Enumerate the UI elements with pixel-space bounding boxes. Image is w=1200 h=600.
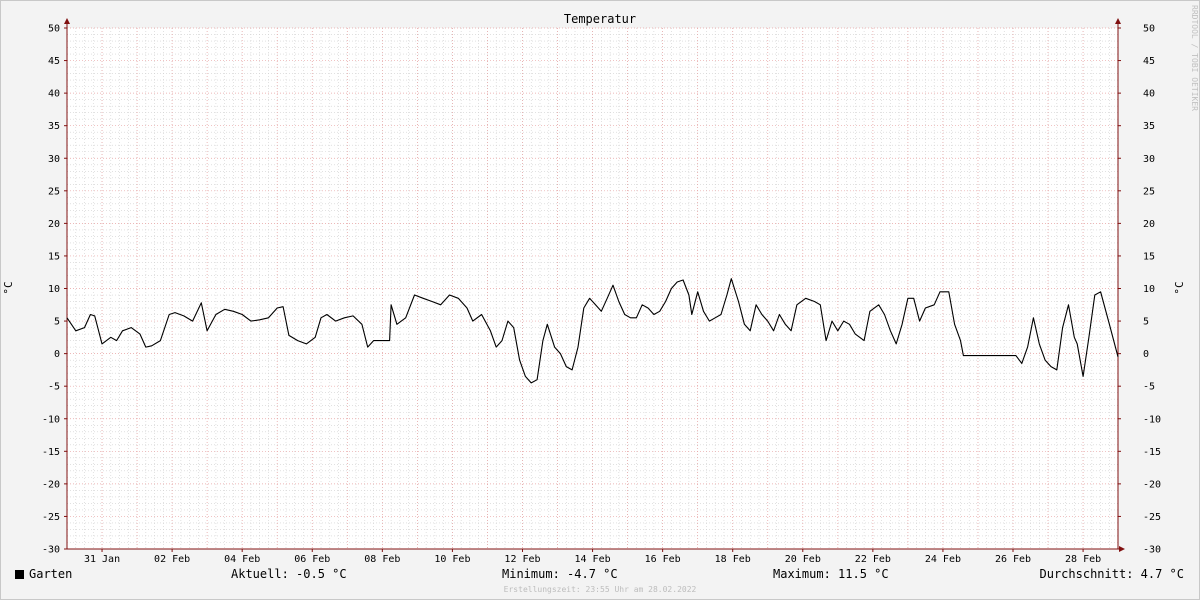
- x-tick-label: 31 Jan: [84, 554, 120, 565]
- y-tick-label-right: -20: [1143, 479, 1161, 490]
- y-tick-label-left: -25: [42, 512, 60, 523]
- x-tick-label: 28 Feb: [1065, 554, 1101, 565]
- y-tick-label-left: -10: [42, 414, 60, 425]
- x-tick-label: 26 Feb: [995, 554, 1031, 565]
- y-tick-label-right: 25: [1143, 186, 1155, 197]
- y-axis-right-ticks: 50454035302520151050-5-10-15-20-25-30: [1143, 24, 1161, 556]
- legend-series-label: Garten: [29, 567, 73, 581]
- watermark: RRDTOOL / TOBI OETIKER: [1190, 5, 1199, 111]
- y-tick-label-left: 25: [48, 186, 60, 197]
- y-tick-label-right: 15: [1143, 251, 1155, 262]
- y-tick-label-left: 45: [48, 56, 60, 67]
- x-tick-label: 18 Feb: [715, 554, 751, 565]
- x-tick-label: 16 Feb: [645, 554, 681, 565]
- temperature-chart: 50454035302520151050-5-10-15-20-25-30 50…: [2, 5, 1199, 565]
- y-axis-left-ticks: 50454035302520151050-5-10-15-20-25-30: [42, 24, 60, 556]
- y-tick-label-left: 30: [48, 154, 60, 165]
- y-tick-label-right: -15: [1143, 447, 1161, 458]
- x-tick-label: 06 Feb: [294, 554, 330, 565]
- x-tick-label: 08 Feb: [364, 554, 400, 565]
- y-tick-label-right: 30: [1143, 154, 1155, 165]
- y-tick-label-left: 5: [54, 317, 60, 328]
- y-tick-label-right: 5: [1143, 317, 1149, 328]
- legend-series: Garten: [15, 567, 72, 581]
- x-tick-label: 22 Feb: [855, 554, 891, 565]
- x-tick-label: 12 Feb: [504, 554, 540, 565]
- y-tick-label-right: -10: [1143, 414, 1161, 425]
- y-tick-label-left: 20: [48, 219, 60, 230]
- y-tick-label-left: 40: [48, 89, 60, 100]
- y-tick-label-right: 20: [1143, 219, 1155, 230]
- y-tick-label-right: 50: [1143, 24, 1155, 35]
- legend-average: Durchschnitt: 4.7 °C: [1039, 567, 1185, 581]
- legend-swatch: [15, 570, 24, 579]
- chart-title: Temperatur: [564, 12, 636, 26]
- legend-current: Aktuell: -0.5 °C: [231, 567, 347, 581]
- y-tick-label-right: -30: [1143, 545, 1161, 556]
- y-tick-label-right: 45: [1143, 56, 1155, 67]
- y-tick-label-left: 10: [48, 284, 60, 295]
- y-tick-label-right: 40: [1143, 89, 1155, 100]
- y-tick-label-left: 0: [54, 349, 60, 360]
- y-axis-label-left: °C: [2, 281, 15, 294]
- y-axis-arrow-right: [1115, 18, 1121, 24]
- y-tick-label-left: 35: [48, 121, 60, 132]
- x-axis-arrow: [1119, 546, 1125, 552]
- legend-minimum: Minimum: -4.7 °C: [502, 567, 618, 581]
- x-tick-label: 04 Feb: [224, 554, 260, 565]
- y-tick-label-left: 15: [48, 251, 60, 262]
- y-tick-label-right: -5: [1143, 382, 1155, 393]
- x-tick-label: 10 Feb: [434, 554, 470, 565]
- y-tick-label-right: -25: [1143, 512, 1161, 523]
- y-tick-label-left: -5: [48, 382, 60, 393]
- y-tick-label-left: -20: [42, 479, 60, 490]
- y-tick-label-left: 50: [48, 24, 60, 35]
- footer-timestamp: Erstellungszeit: 23:55 Uhr am 28.02.2022: [503, 585, 697, 594]
- x-tick-label: 14 Feb: [574, 554, 610, 565]
- x-tick-label: 02 Feb: [154, 554, 190, 565]
- y-tick-label-right: 35: [1143, 121, 1155, 132]
- x-tick-label: 24 Feb: [925, 554, 961, 565]
- y-axis-label-right: °C: [1173, 281, 1186, 294]
- y-axis-arrow-left: [64, 18, 70, 24]
- x-axis-ticks: 31 Jan 02 Feb 04 Feb 06 Feb 08 Feb 10 Feb 12 F…: [84, 549, 1101, 565]
- x-tick-label: 20 Feb: [785, 554, 821, 565]
- legend-maximum: Maximum: 11.5 °C: [773, 567, 889, 581]
- y-tick-label-right: 0: [1143, 349, 1149, 360]
- y-tick-label-left: -15: [42, 447, 60, 458]
- y-tick-label-left: -30: [42, 545, 60, 556]
- y-tick-label-right: 10: [1143, 284, 1155, 295]
